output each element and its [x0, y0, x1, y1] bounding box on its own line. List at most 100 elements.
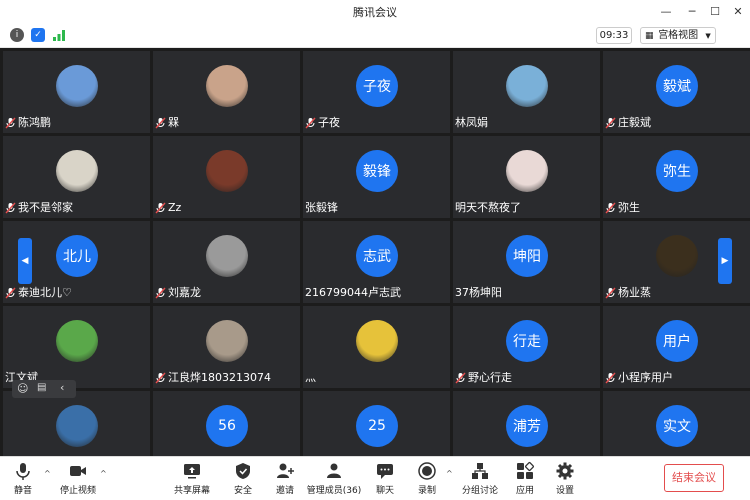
muted-mic-icon — [5, 202, 16, 214]
mute-button[interactable]: 静音 — [8, 461, 38, 499]
apps-button[interactable]: 应用 — [512, 461, 538, 499]
participant-tile[interactable]: 明天不熬夜了 — [453, 136, 600, 218]
participant-tile[interactable]: 用户小程序用户 — [603, 306, 750, 388]
share-screen-label: 共享屏幕 — [173, 486, 210, 496]
avatar-photo — [656, 235, 698, 277]
meeting-info-bar: i ✓ 09:33 ▦ 宫格视图 ▼ — [0, 24, 750, 48]
participant-name: 弥生 — [605, 200, 640, 216]
manage-members-label: 管理成员(36) — [306, 486, 362, 496]
video-options-caret[interactable]: ^ — [100, 469, 107, 478]
emoji-icon[interactable]: ☺ — [17, 382, 28, 395]
participant-tile[interactable]: 江文斌 — [3, 306, 150, 388]
participant-tile[interactable]: 子夜 子夜 — [303, 51, 450, 133]
avatar-initials: 子夜 — [356, 65, 398, 107]
participant-name-text: Zz — [168, 201, 182, 214]
participant-name: 杨业蒸 — [605, 285, 651, 301]
floating-controls: ☺ ▤ ‹ — [12, 380, 76, 398]
mute-options-caret[interactable]: ^ — [44, 469, 51, 478]
info-icon[interactable]: i — [10, 28, 24, 42]
window-title: 腾讯会议 — [353, 6, 397, 19]
end-meeting-button[interactable]: 结束会议 — [664, 464, 724, 492]
participant-tile[interactable]: 刘嘉龙 — [153, 221, 300, 303]
avatar-photo — [56, 405, 98, 447]
settings-button[interactable]: 设置 — [552, 461, 578, 499]
gear-icon — [556, 462, 574, 480]
participant-name: 陈鸿鹏 — [5, 115, 51, 131]
participant-name-text: 杨业蒸 — [618, 286, 651, 299]
participant-tile[interactable]: 毅锋张毅锋 — [303, 136, 450, 218]
participant-name-text: 子夜 — [318, 116, 340, 129]
participant-name-text: 槑 — [168, 116, 179, 129]
breakout-label: 分组讨论 — [461, 486, 498, 496]
participant-name: 槑 — [155, 115, 179, 131]
security-button[interactable]: 安全 — [230, 461, 256, 499]
participant-name-text: 37杨坤阳 — [455, 286, 502, 299]
settings-label: 设置 — [555, 486, 574, 496]
restore-icon[interactable]: ─ — [680, 2, 704, 22]
participant-name-text: 江良烨1803213074 — [168, 371, 271, 384]
view-mode-button[interactable]: ▦ 宫格视图 ▼ — [640, 27, 716, 44]
collapse-icon[interactable]: ‹ — [60, 381, 64, 394]
avatar-photo — [56, 320, 98, 362]
record-button[interactable]: 录制 — [414, 461, 440, 499]
stop-video-button[interactable]: 停止视频 — [58, 461, 98, 499]
participant-tile[interactable]: 槑 — [153, 51, 300, 133]
minimize-icon[interactable]: — — [654, 2, 678, 22]
participant-grid: 陈鸿鹏槑子夜 子夜 林凤娟 毅斌 庄毅斌 我不是邻家 Zz 毅锋 张毅锋 明天不熬夜了 弥生 弥生 北儿… — [0, 48, 750, 473]
participant-tile[interactable]: 弥生 弥生 — [603, 136, 750, 218]
shield-icon[interactable]: ✓ — [31, 28, 45, 42]
avatar-initials: 北儿 — [56, 235, 98, 277]
participant-tile[interactable]: 志武 216799044卢志武 — [303, 221, 450, 303]
participant-tile[interactable]: 我不是邻家 — [3, 136, 150, 218]
participant-name-text: 庄毅斌 — [618, 116, 651, 129]
participant-tile[interactable]: 陈鸿鹏 — [3, 51, 150, 133]
share-screen-button[interactable]: 共享屏幕 — [172, 461, 212, 499]
participant-name-text: 野心行走 — [468, 371, 512, 384]
manage-members-button[interactable]: 管理成员(36) — [306, 461, 362, 499]
avatar-initials: 坤阳 — [506, 235, 548, 277]
avatar-initials: 毅锋 — [356, 150, 398, 192]
avatar-photo — [206, 65, 248, 107]
signal-icon[interactable] — [52, 28, 66, 42]
participant-tile[interactable]: 林凤娟 — [453, 51, 600, 133]
participant-name-text: 灬 — [305, 371, 316, 384]
chat-button[interactable]: 聊天 — [372, 461, 398, 499]
participant-tile[interactable]: 毅斌 庄毅斌 — [603, 51, 750, 133]
members-icon — [327, 463, 341, 478]
participant-name-text: 刘嘉龙 — [168, 286, 201, 299]
muted-mic-icon — [605, 372, 616, 384]
participant-name-text: 张毅锋 — [305, 201, 338, 214]
share-screen-icon — [184, 464, 200, 479]
participant-name-text: 小程序用户 — [618, 371, 673, 384]
participant-tile[interactable]: 灬 — [303, 306, 450, 388]
title-bar: 腾讯会议 — ─ ☐ ✕ — [0, 0, 750, 24]
add-user-icon — [277, 463, 294, 478]
muted-mic-icon — [5, 117, 16, 129]
invite-button[interactable]: 邀请 — [270, 461, 300, 499]
maximize-icon[interactable]: ☐ — [703, 2, 727, 22]
breakout-button[interactable]: 分组讨论 — [460, 461, 500, 499]
chevron-down-icon: ▼ — [705, 32, 711, 40]
shield-icon — [236, 463, 250, 479]
next-page-button[interactable]: ▶ — [718, 238, 732, 284]
close-icon[interactable]: ✕ — [726, 2, 750, 22]
prev-page-button[interactable]: ◀ — [18, 238, 32, 284]
participant-tile[interactable]: 行走 野心行走 — [453, 306, 600, 388]
avatar-initials: 用户 — [656, 320, 698, 362]
participant-name-text: 林凤娟 — [455, 116, 488, 129]
muted-mic-icon — [605, 117, 616, 129]
participant-name: 野心行走 — [455, 370, 512, 386]
chat-label: 聊天 — [375, 486, 394, 496]
participant-name: 刘嘉龙 — [155, 285, 201, 301]
chat-bubble-icon[interactable]: ▤ — [37, 382, 46, 393]
participant-tile[interactable]: 江良烨1803213074 — [153, 306, 300, 388]
avatar-photo — [56, 150, 98, 192]
avatar-initials: 毅斌 — [656, 65, 698, 107]
avatar-photo — [206, 150, 248, 192]
participant-name: 江良烨1803213074 — [155, 370, 271, 386]
muted-mic-icon — [155, 287, 166, 299]
grid-icon: ▦ — [645, 31, 654, 41]
participant-tile[interactable]: 坤阳 37杨坤阳 — [453, 221, 600, 303]
record-options-caret[interactable]: ^ — [446, 469, 453, 478]
participant-tile[interactable]: Zz — [153, 136, 300, 218]
